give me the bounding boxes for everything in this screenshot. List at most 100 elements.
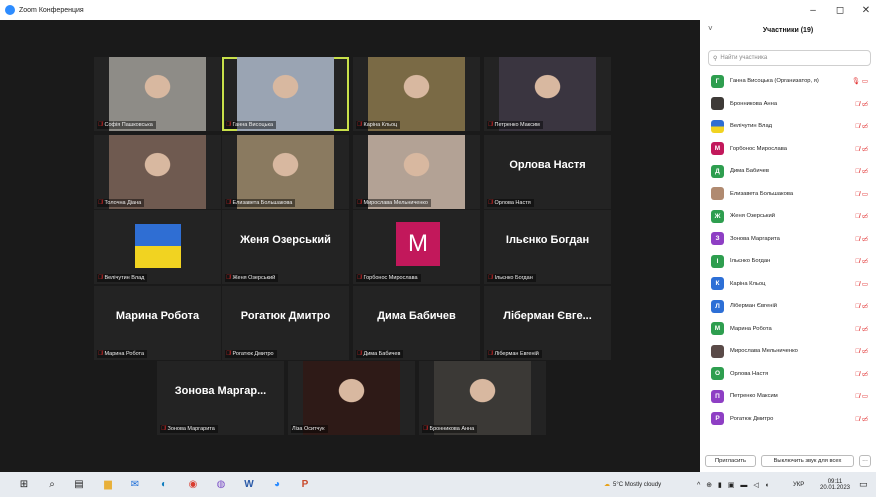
mic-camera-status-icon[interactable]: 🎙̸ ▭: [855, 190, 868, 198]
notifications-icon[interactable]: ▭: [859, 472, 868, 497]
participant-row[interactable]: Д Дима Бабичев 🎙̸ ▭̸: [700, 160, 876, 183]
video-tile[interactable]: Рогатюк Дмитро 🎙̸ Рогатюк Дмитро: [222, 286, 349, 360]
participant-row[interactable]: M Горбонос Мирослава 🎙̸ ▭̸: [700, 138, 876, 161]
language-indicator[interactable]: УКР: [793, 472, 804, 497]
invite-button[interactable]: Пригласить: [705, 455, 756, 467]
minimize-button[interactable]: –: [799, 0, 827, 20]
edge-icon[interactable]: ◐: [157, 477, 171, 491]
video-tile[interactable]: M 🎙̸ Горбонос Мирослава: [353, 210, 480, 284]
participant-video: [237, 135, 334, 209]
participant-row[interactable]: О Орлова Настя 🎙̸ ▭̸: [700, 363, 876, 386]
more-options-button[interactable]: ···: [859, 455, 871, 467]
participant-name: Зонова Маргарита: [167, 426, 215, 432]
participant-row[interactable]: Г Ганна Висоцька (Организатор, я) 🎙 ▭: [700, 70, 876, 93]
participant-name: Ліберман Євгеній: [730, 303, 778, 310]
mic-camera-status-icon[interactable]: 🎙̸ ▭̸: [855, 257, 868, 265]
participant-row[interactable]: І Ільєнко Богдан 🎙̸ ▭̸: [700, 250, 876, 273]
participant-row[interactable]: Р Рогатюк Дмитро 🎙̸ ▭̸: [700, 408, 876, 431]
mic-camera-status-icon[interactable]: 🎙 ▭: [852, 77, 868, 85]
mic-camera-status-icon[interactable]: 🎙̸ ▭: [855, 280, 868, 288]
participant-row[interactable]: Л Ліберман Євгеній 🎙̸ ▭̸: [700, 295, 876, 318]
cloud-sun-icon: ☁: [604, 482, 610, 488]
video-tile[interactable]: Ільєнко Богдан 🎙̸ Ільєнко Богдан: [484, 210, 611, 284]
avatar: П: [711, 389, 724, 403]
clock-date: 20.01.2023: [819, 484, 851, 491]
video-tile[interactable]: 🎙̸ Ганна Висоцька: [222, 57, 349, 131]
word-icon[interactable]: W: [242, 477, 256, 491]
participant-name: Ільєнко Богдан: [494, 275, 533, 281]
search-input[interactable]: ⚲ Найти участника: [708, 50, 871, 66]
participant-row[interactable]: З Зонова Маргарита 🎙̸ ▭̸: [700, 228, 876, 251]
file-explorer-icon[interactable]: ▆: [101, 477, 115, 491]
zoom-window: Zoom Конференция – ◻ ✕ 🎙̸ Софія Пашковськ…: [0, 0, 876, 497]
mic-camera-status-icon[interactable]: 🎙̸ ▭̸: [855, 100, 868, 108]
mic-camera-status-icon[interactable]: 🎙̸ ▭̸: [855, 415, 868, 423]
participant-row[interactable]: Велічутин Влад 🎙̸ ▭̸: [700, 115, 876, 138]
avatar: Ж: [711, 209, 724, 223]
video-tile[interactable]: 🎙̸ Мирослава Мельниченко: [353, 135, 480, 209]
participant-row[interactable]: М Марина Робота 🎙̸ ▭̸: [700, 318, 876, 341]
participants-panel: ˅ Участники (19) ⚲ Найти участника Г Ганн…: [700, 20, 876, 472]
participant-name: Зонова Маргарита: [730, 235, 780, 242]
participant-name: Софія Пашковська: [104, 122, 153, 128]
mic-muted-icon: 🎙̸: [98, 351, 103, 357]
mic-muted-icon: 🎙̸: [488, 351, 493, 357]
participant-row[interactable]: К Каріна Кльоц 🎙̸ ▭: [700, 273, 876, 296]
chrome-icon[interactable]: ◉: [186, 477, 200, 491]
mail-icon[interactable]: ✉: [128, 477, 142, 491]
mic-camera-status-icon[interactable]: 🎙̸ ▭̸: [855, 167, 868, 175]
mic-camera-status-icon[interactable]: 🎙̸ ▭̸: [855, 302, 868, 310]
participant-row[interactable]: П Петренко Максим 🎙̸ ▭: [700, 385, 876, 408]
video-tile[interactable]: Марина Робота 🎙̸ Марина Робота: [94, 286, 221, 360]
video-tile[interactable]: 🎙̸ Софія Пашковська: [94, 57, 221, 131]
video-tile[interactable]: 🎙̸ Толочна Діана: [94, 135, 221, 209]
participant-row[interactable]: Мирослава Мельниченко 🎙̸ ▭̸: [700, 340, 876, 363]
search-icon[interactable]: ⌕: [45, 477, 59, 491]
mic-camera-status-icon[interactable]: 🎙̸ ▭̸: [855, 347, 868, 355]
participant-row[interactable]: Елизавета Большакова 🎙̸ ▭: [700, 183, 876, 206]
mic-camera-status-icon[interactable]: 🎙̸ ▭: [855, 392, 868, 400]
system-tray-icons[interactable]: ^ ⊕ ▮ ▣ ▬ ◁ ◖: [697, 472, 789, 497]
mic-camera-status-icon[interactable]: 🎙̸ ▭̸: [855, 325, 868, 333]
avatar: [711, 187, 724, 201]
participant-video: [109, 57, 206, 131]
mic-camera-status-icon[interactable]: 🎙̸ ▭̸: [855, 122, 868, 130]
mic-camera-status-icon[interactable]: 🎙̸ ▭̸: [855, 235, 868, 243]
clock[interactable]: 09:11 20.01.2023: [815, 472, 855, 497]
video-tile[interactable]: Орлова Настя 🎙̸ Орлова Настя: [484, 135, 611, 209]
participant-row[interactable]: Бронникова Анна 🎙̸ ▭̸: [700, 93, 876, 116]
video-tile[interactable]: Ліберман Євге... 🎙̸ Ліберман Евгеній: [484, 286, 611, 360]
video-tile[interactable]: 🎙̸ Бронникова Анна: [419, 361, 546, 435]
ukraine-flag-avatar: [135, 224, 181, 268]
mic-camera-status-icon[interactable]: 🎙̸ ▭̸: [855, 370, 868, 378]
windows-icon[interactable]: ⊞: [17, 477, 31, 491]
video-tile[interactable]: Дима Бабичев 🎙̸ Дима Бабичев: [353, 286, 480, 360]
task-view-icon[interactable]: ▤: [72, 477, 86, 491]
weather-widget[interactable]: ☁ 5°C Mostly cloudy: [604, 472, 692, 497]
participant-name: Ганна Висоцька (Организатор, я): [730, 78, 819, 85]
video-tile[interactable]: 🎙̸ Елизавета Большакова: [222, 135, 349, 209]
video-tile[interactable]: 🎙̸ Петренко Максим: [484, 57, 611, 131]
avatar: Л: [711, 299, 724, 313]
mic-camera-status-icon[interactable]: 🎙̸ ▭̸: [855, 212, 868, 220]
participant-name: Петренко Максим: [730, 393, 778, 400]
video-tile[interactable]: Женя Озерський 🎙̸ Женя Озерський: [222, 210, 349, 284]
video-tile[interactable]: Зонова Маргар... 🎙̸ Зонова Маргарита: [157, 361, 284, 435]
participant-name: Марина Робота: [730, 325, 772, 332]
maximize-button[interactable]: ◻: [826, 0, 854, 20]
video-tile[interactable]: 🎙̸ Каріна Кльоц: [353, 57, 480, 131]
participant-row[interactable]: Ж Женя Озерський 🎙̸ ▭̸: [700, 205, 876, 228]
zoom-icon[interactable]: ◕: [270, 477, 284, 491]
participant-name: Ільєнко Богдан: [730, 258, 771, 265]
video-tile[interactable]: 🎙̸ Велічутин Влад: [94, 210, 221, 284]
panel-title: Участники (19): [762, 27, 814, 34]
viber-icon[interactable]: ◍: [214, 477, 228, 491]
close-button[interactable]: ✕: [852, 0, 876, 20]
mic-camera-status-icon[interactable]: 🎙̸ ▭̸: [855, 145, 868, 153]
video-tile[interactable]: Ліза Оситчук: [288, 361, 415, 435]
participant-name: Дима Бабичев: [730, 168, 769, 175]
powerpoint-icon[interactable]: P: [298, 477, 312, 491]
participant-name: Бронникова Анна: [730, 100, 778, 107]
mute-all-button[interactable]: Выключить звук для всех: [761, 455, 854, 467]
participant-video: [499, 57, 596, 131]
